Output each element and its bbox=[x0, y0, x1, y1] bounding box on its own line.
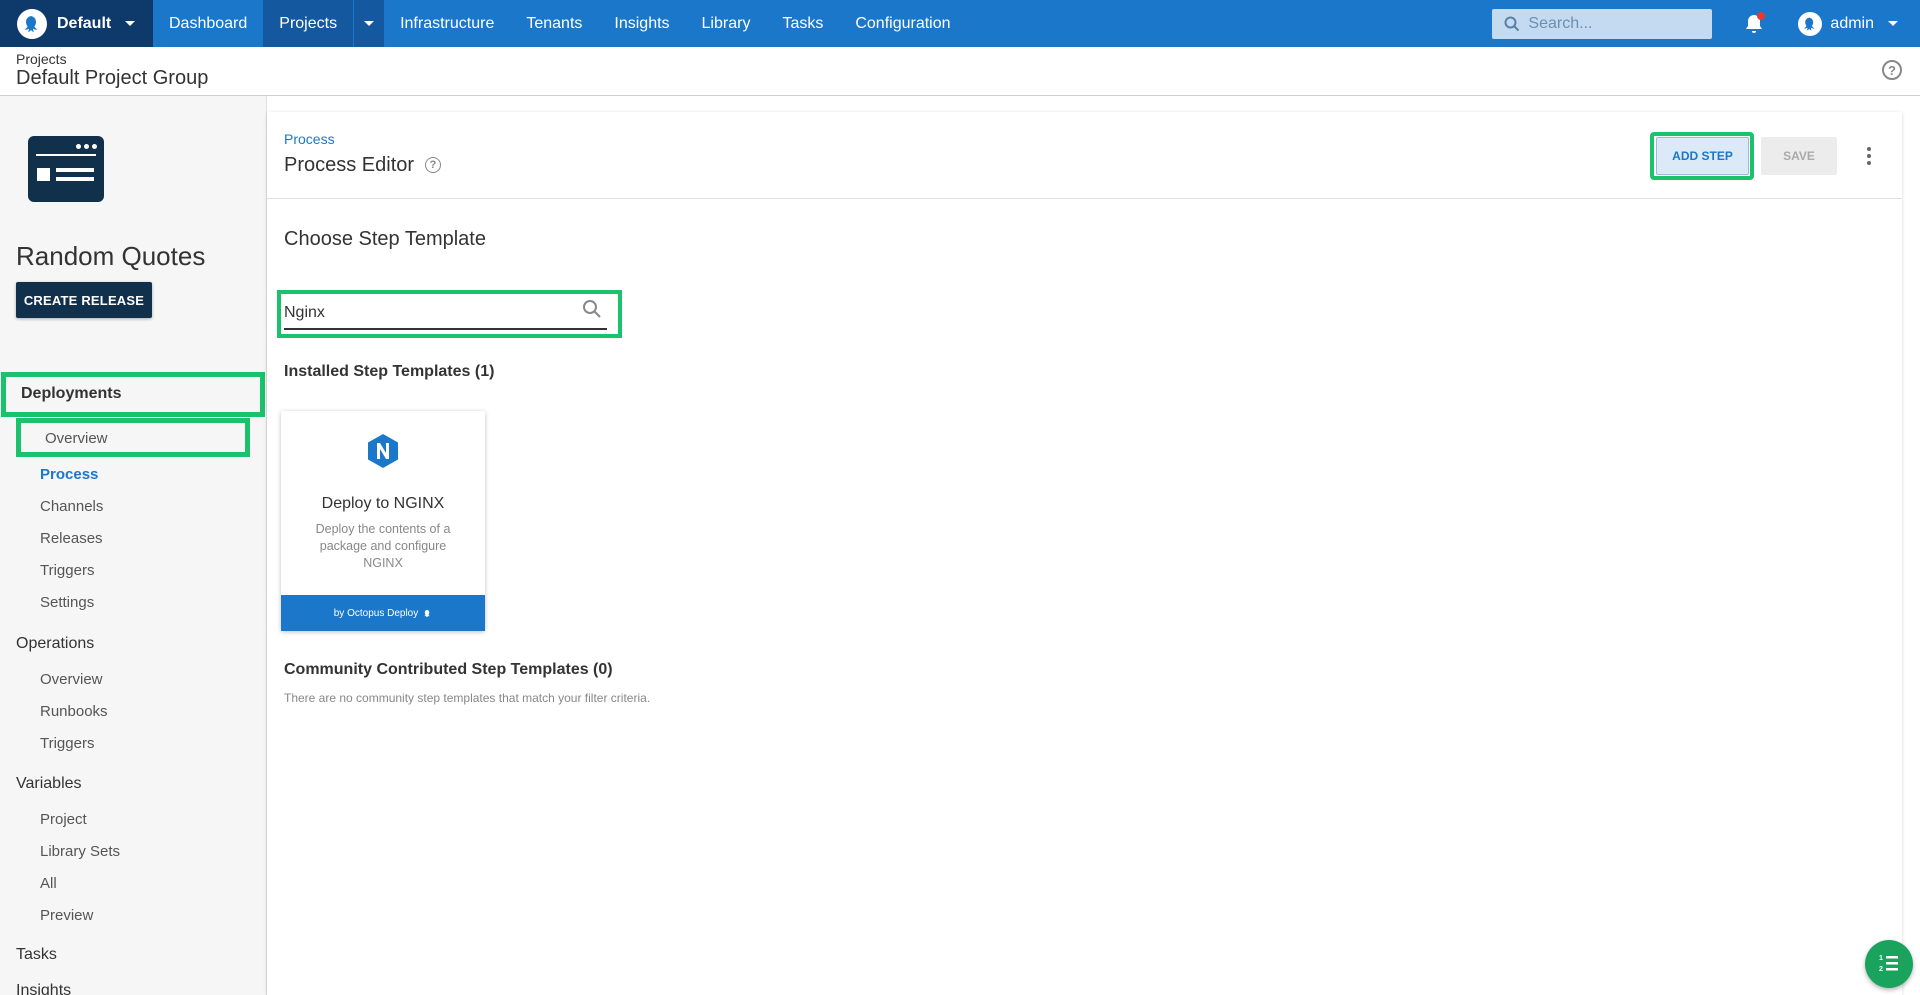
nav-library[interactable]: Library bbox=[686, 0, 767, 47]
template-author-footer: by Octopus Deploy bbox=[281, 595, 485, 631]
notification-badge bbox=[1757, 11, 1766, 20]
search-icon bbox=[1504, 16, 1520, 31]
logo-dot bbox=[76, 144, 81, 149]
nav-insights[interactable]: Insights bbox=[598, 0, 685, 47]
choose-step-template-title: Choose Step Template bbox=[284, 228, 486, 250]
template-description: Deploy the contents of a package and con… bbox=[315, 522, 451, 570]
sidebar-item-library-sets[interactable]: Library Sets bbox=[40, 843, 120, 860]
page-header: Projects Default Project Group ? bbox=[0, 47, 1920, 96]
sidebar-section-operations[interactable]: Operations bbox=[16, 635, 94, 653]
logo-dot bbox=[92, 144, 97, 149]
sidebar-item-operations-overview[interactable]: Overview bbox=[40, 671, 103, 688]
search-icon[interactable] bbox=[581, 298, 603, 320]
create-release-button[interactable]: CREATE RELEASE bbox=[16, 282, 152, 318]
sidebar-item-runbooks[interactable]: Runbooks bbox=[40, 703, 108, 720]
sidebar-item-triggers[interactable]: Triggers bbox=[40, 562, 94, 579]
sidebar-item-process[interactable]: Process bbox=[40, 466, 98, 483]
community-templates-heading: Community Contributed Step Templates (0) bbox=[284, 661, 613, 678]
sidebar-item-releases[interactable]: Releases bbox=[40, 530, 103, 547]
chevron-down-icon bbox=[125, 21, 136, 26]
chevron-down-icon bbox=[364, 21, 375, 26]
process-editor-panel: Process Process Editor ? ADD STEP SAVE C… bbox=[267, 112, 1902, 995]
top-navigation-bar: Default Dashboard Projects Infrastructur… bbox=[0, 0, 1920, 47]
installed-templates-heading: Installed Step Templates (1) bbox=[284, 363, 495, 380]
sidebar-section-variables[interactable]: Variables bbox=[16, 775, 82, 793]
logo-dot bbox=[84, 144, 89, 149]
octopus-mini-icon bbox=[424, 609, 431, 617]
sidebar-section-insights[interactable]: Insights bbox=[16, 982, 71, 995]
projects-dropdown-toggle[interactable] bbox=[353, 0, 385, 47]
user-menu[interactable]: admin bbox=[1798, 11, 1898, 36]
save-button: SAVE bbox=[1761, 137, 1837, 175]
sidebar-item-settings[interactable]: Settings bbox=[40, 594, 94, 611]
project-logo-icon bbox=[28, 136, 104, 202]
add-step-button[interactable]: ADD STEP bbox=[1656, 137, 1749, 175]
breadcrumb-projects[interactable]: Projects bbox=[16, 51, 67, 67]
nav-tenants[interactable]: Tenants bbox=[510, 0, 598, 47]
step-template-filter-input[interactable] bbox=[284, 298, 607, 330]
logo-line bbox=[56, 168, 94, 172]
sidebar-item-all-variables[interactable]: All bbox=[40, 875, 57, 892]
user-avatar-icon bbox=[1798, 11, 1823, 36]
project-name: Random Quotes bbox=[16, 241, 206, 271]
sidebar-item-channels[interactable]: Channels bbox=[40, 498, 103, 515]
sidebar-item-operations-triggers[interactable]: Triggers bbox=[40, 735, 94, 752]
svg-text:1: 1 bbox=[1879, 955, 1883, 962]
space-name: Default bbox=[57, 14, 112, 32]
topbar-right: Search... admin bbox=[1492, 0, 1920, 47]
step-template-card-nginx[interactable]: Deploy to NGINX Deploy the contents of a… bbox=[281, 411, 485, 631]
help-icon[interactable]: ? bbox=[425, 157, 441, 173]
user-name: admin bbox=[1830, 14, 1874, 32]
space-switcher[interactable]: Default bbox=[0, 0, 153, 47]
numbered-list-icon: 1 2 bbox=[1879, 955, 1898, 973]
more-options-icon[interactable] bbox=[1859, 144, 1879, 168]
search-placeholder: Search... bbox=[1528, 14, 1593, 32]
svg-text:2: 2 bbox=[1879, 966, 1883, 973]
octopus-logo-icon bbox=[17, 8, 47, 39]
template-author: by Octopus Deploy bbox=[333, 607, 419, 619]
nginx-logo-icon bbox=[368, 434, 398, 468]
notifications-bell-icon[interactable] bbox=[1742, 11, 1766, 36]
sidebar-item-preview[interactable]: Preview bbox=[40, 907, 93, 924]
logo-bar bbox=[36, 154, 96, 156]
logo-block bbox=[37, 168, 50, 181]
chevron-down-icon bbox=[1888, 21, 1898, 26]
floating-list-button[interactable]: 1 2 bbox=[1865, 940, 1913, 988]
breadcrumb-process[interactable]: Process bbox=[284, 131, 335, 147]
template-name: Deploy to NGINX bbox=[321, 495, 445, 512]
global-search-input[interactable]: Search... bbox=[1492, 8, 1713, 39]
logo-line bbox=[56, 177, 94, 181]
nav-tasks[interactable]: Tasks bbox=[766, 0, 839, 47]
deployments-highlight-box bbox=[1, 372, 265, 417]
process-editor-header: Process Process Editor ? ADD STEP SAVE bbox=[267, 112, 1902, 199]
nav-projects[interactable]: Projects bbox=[263, 0, 354, 47]
help-icon[interactable]: ? bbox=[1882, 60, 1902, 80]
main-nav: Dashboard Projects Infrastructure Tenant… bbox=[153, 0, 967, 47]
overview-highlight-box bbox=[16, 418, 250, 457]
nav-dashboard[interactable]: Dashboard bbox=[153, 0, 263, 47]
nav-configuration[interactable]: Configuration bbox=[839, 0, 966, 47]
sidebar-item-project-variables[interactable]: Project bbox=[40, 811, 87, 828]
community-empty-message: There are no community step templates th… bbox=[284, 691, 651, 705]
nav-infrastructure[interactable]: Infrastructure bbox=[384, 0, 510, 47]
project-group-title: Default Project Group bbox=[16, 67, 209, 89]
sidebar-section-tasks[interactable]: Tasks bbox=[16, 946, 57, 964]
project-sidebar: Random Quotes CREATE RELEASE Deployments… bbox=[0, 96, 267, 995]
page-title: Process Editor bbox=[284, 154, 415, 176]
